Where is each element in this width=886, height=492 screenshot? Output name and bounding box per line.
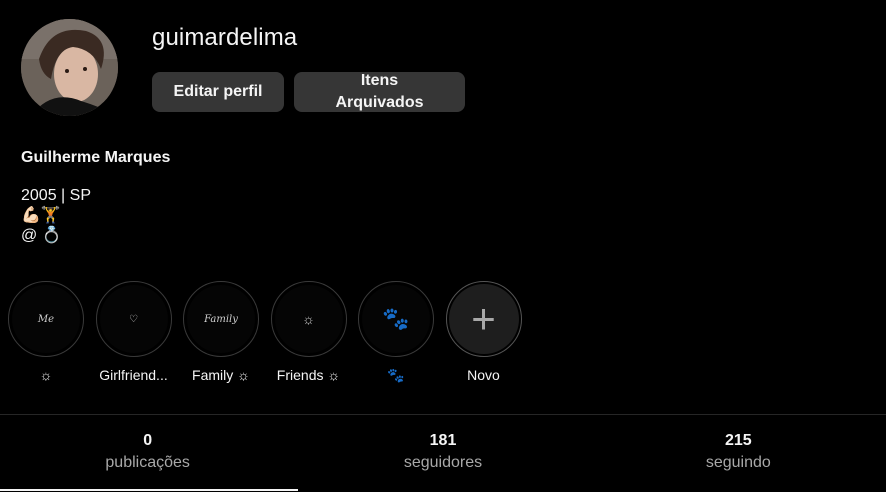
highlight-cover-text: Me (12, 285, 80, 353)
stat-posts[interactable]: 0 publicações (0, 415, 295, 492)
highlight-cover: ☼ (270, 281, 347, 357)
highlight-item[interactable]: Family Family ☼ (182, 281, 260, 384)
archived-items-button[interactable]: Itens Arquivados (294, 72, 465, 112)
highlight-label: Family ☼ (192, 367, 250, 383)
highlight-label: ☼ (39, 367, 53, 383)
bio-line: 💪🏻🏋️ (21, 207, 61, 224)
story-highlights: Me ☼ ♡ Girlfriend... Family Family ☼ ☼ F… (7, 281, 532, 384)
stat-label: seguidores (403, 454, 483, 471)
highlight-cover: Me (8, 281, 84, 357)
bio-line: 2005 | SP (21, 187, 91, 204)
highlight-cover: ♡ (95, 281, 172, 357)
highlight-cover: 🐾 (358, 281, 434, 357)
paw-icon: 🐾 (362, 285, 430, 353)
profile-stats: 0 publicações 181 seguidores 215 seguind… (0, 415, 886, 492)
highlight-cover-text: ☼ (274, 285, 343, 353)
highlight-item[interactable]: Me ☼ (7, 281, 85, 384)
username: guimardelima (152, 24, 298, 51)
avatar-photo (21, 19, 118, 116)
stat-value: 0 (143, 432, 153, 449)
highlight-cover: Family (183, 281, 259, 357)
edit-profile-button[interactable]: Editar perfil (152, 72, 284, 112)
stat-value: 181 (429, 432, 457, 449)
edit-profile-label: Editar perfil (173, 83, 263, 100)
highlight-item[interactable]: ♡ Girlfriend... (95, 281, 173, 384)
plus-icon: + (448, 284, 519, 354)
highlight-cover-text: Family (187, 285, 255, 353)
full-name: Guilherme Marques (21, 149, 171, 166)
bio-line: @ 💍 (21, 227, 62, 244)
highlight-label: Novo (467, 367, 500, 383)
archived-items-label: Itens Arquivados (335, 72, 424, 111)
highlight-item[interactable]: ☼ Friends ☼ (270, 281, 348, 384)
highlight-item[interactable]: 🐾 🐾 (357, 281, 435, 384)
bio: 2005 | SP 💪🏻🏋️ @ 💍 (21, 186, 91, 246)
stat-label: seguindo (705, 454, 771, 471)
highlight-label: Friends ☼ (276, 367, 341, 383)
active-tab-indicator (0, 489, 298, 491)
highlight-cover: + (445, 281, 522, 357)
highlight-cover-text: ♡ (99, 285, 168, 353)
new-highlight-button[interactable]: + Novo (445, 281, 523, 384)
highlight-label: Girlfriend... (99, 367, 168, 383)
stat-followers[interactable]: 181 seguidores (295, 415, 590, 492)
stat-label: publicações (105, 454, 190, 471)
profile-avatar[interactable] (21, 19, 118, 116)
stat-value: 215 (724, 432, 752, 449)
stat-following[interactable]: 215 seguindo (591, 415, 886, 492)
highlight-label: 🐾 (387, 367, 405, 383)
